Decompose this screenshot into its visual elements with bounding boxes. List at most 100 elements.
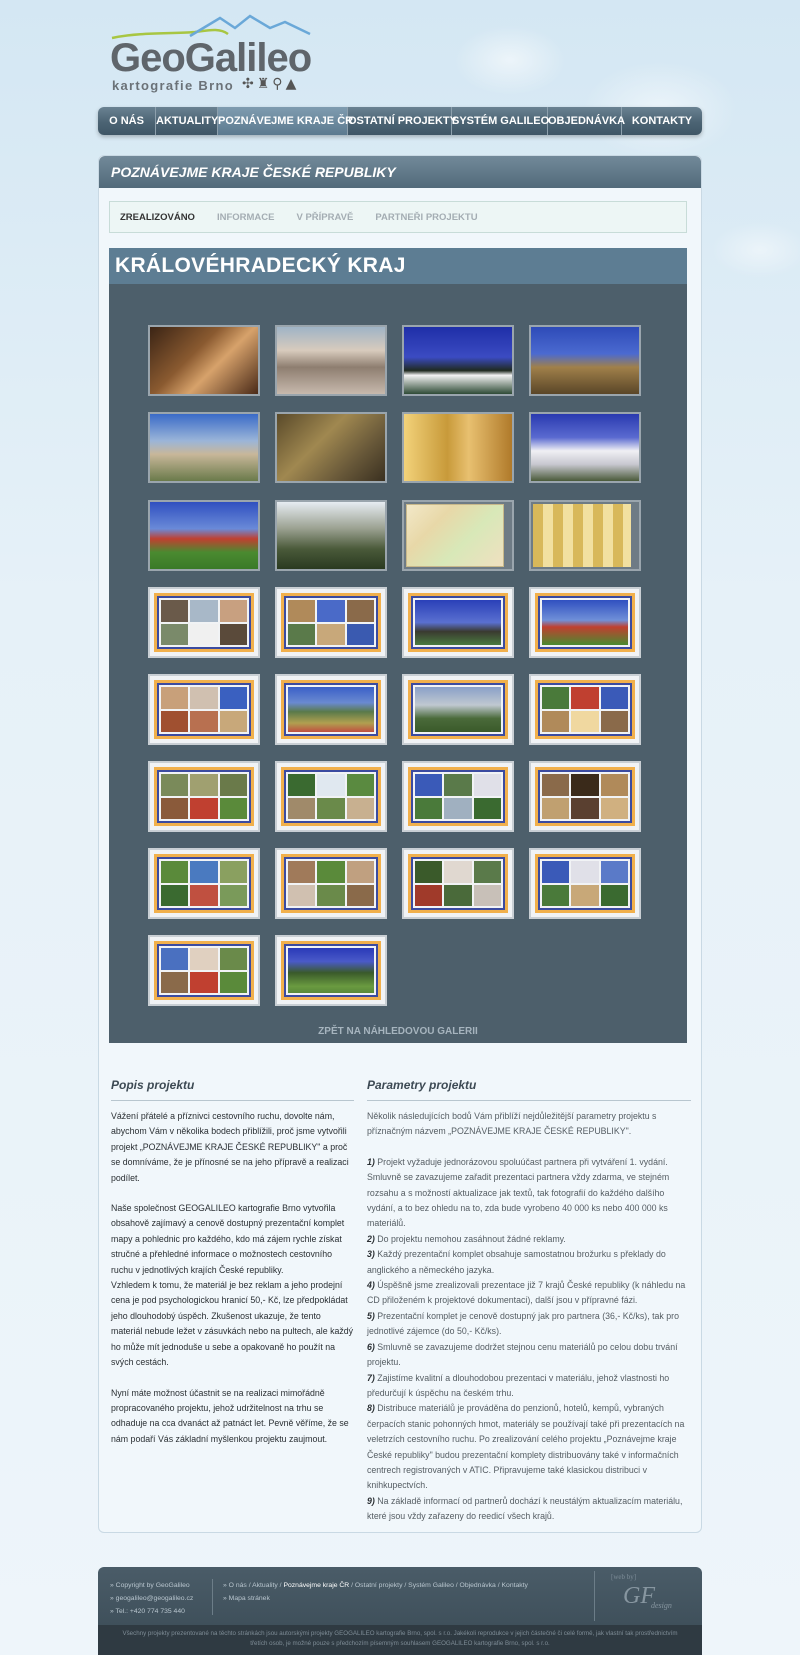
gallery-thumb[interactable]: [275, 500, 387, 571]
gallery-thumb[interactable]: [275, 325, 387, 396]
gallery-thumb[interactable]: [148, 412, 260, 483]
description-paragraph: Nyní máte možnost účastnit se na realiza…: [111, 1387, 349, 1444]
point-number: 3): [367, 1249, 375, 1260]
gallery-thumb-postcard[interactable]: [275, 587, 387, 658]
project-parameters: Parametry projektu Několik následujících…: [367, 1078, 691, 1525]
footer: » Copyright by GeoGalileo » geogalileo@g…: [98, 1567, 702, 1625]
gallery-thumb-postcard[interactable]: [529, 848, 641, 919]
gallery-thumb-postcard[interactable]: [402, 674, 514, 745]
nav-item-kontakty[interactable]: KONTAKTY: [622, 107, 702, 135]
gallery-thumb[interactable]: [148, 325, 260, 396]
gallery-thumb[interactable]: [402, 325, 514, 396]
gallery-thumb-postcard[interactable]: [529, 674, 641, 745]
footer-link[interactable]: Aktuality: [252, 1582, 278, 1589]
parameter-point: 9) Na základě informací od partnerů doch…: [367, 1494, 691, 1525]
gallery-thumb[interactable]: [275, 412, 387, 483]
point-number: 5): [367, 1310, 375, 1321]
nav-item-objednavka[interactable]: OBJEDNÁVKA: [548, 107, 625, 135]
subtab-v-priprave[interactable]: V PŘÍPRAVĚ: [296, 212, 353, 223]
gallery-thumb-postcard[interactable]: [529, 587, 641, 658]
parameter-point: 2) Do projektu nemohou zasáhnout žádné r…: [367, 1232, 691, 1247]
gallery-thumb-postcard[interactable]: [275, 935, 387, 1006]
gallery-thumb-postcard[interactable]: [529, 761, 641, 832]
footer-links: » O nás / Aktuality / Poznávejme kraje Č…: [212, 1579, 528, 1615]
project-description-heading: Popis projektu: [111, 1078, 354, 1101]
gallery-thumb-postcard[interactable]: [275, 674, 387, 745]
photo-gallery: KRÁLOVÉHRADECKÝ KRAJ ZPĚT NA NÁHLEDOVOU …: [109, 248, 687, 1043]
footer-link[interactable]: Ostatní projekty: [355, 1582, 403, 1589]
logo-activity-icons: ✣♜⚲▲: [242, 76, 299, 92]
gallery-thumb-postcard[interactable]: [148, 587, 260, 658]
point-number: 6): [367, 1341, 375, 1352]
nav-item-poznavejme-kraje[interactable]: POZNÁVEJME KRAJE ČR: [218, 107, 353, 135]
nav-item-ostatni-projekty[interactable]: OSTATNÍ PROJEKTY: [348, 107, 457, 135]
footer-email-link[interactable]: » geogalileo@geogalileo.cz: [110, 1592, 193, 1605]
footer-link[interactable]: O nás: [229, 1582, 247, 1589]
point-text: Do projektu nemohou zasáhnout žádné rekl…: [377, 1233, 566, 1244]
nav-item-o-nas[interactable]: O NÁS: [98, 107, 156, 135]
parameter-point: 7) Zajistíme kvalitní a dlouhodobou prez…: [367, 1371, 691, 1402]
parameter-point: 5) Prezentační komplet je cenově dostupn…: [367, 1309, 691, 1340]
point-number: 7): [367, 1372, 375, 1383]
footer-sitemap-link[interactable]: » Mapa stránek: [223, 1592, 528, 1605]
point-text: Prezentační komplet je cenově dostupný j…: [367, 1310, 679, 1337]
footer-link[interactable]: Objednávka: [460, 1582, 496, 1589]
point-text: Na základě informací od partnerů dochází…: [367, 1495, 683, 1522]
bicycle-icon: ⚲: [272, 76, 286, 92]
gallery-thumb-postcard[interactable]: [402, 761, 514, 832]
footer-link[interactable]: Poznávejme kraje ČR: [283, 1582, 349, 1589]
parameter-point: 4) Úspěšně jsme zrealizovali prezentace …: [367, 1278, 691, 1309]
logo[interactable]: GeoGalileo kartografie Brno ✣♜⚲▲: [110, 14, 330, 96]
footprints-icon: ✣: [242, 76, 257, 92]
gallery-thumb-postcard[interactable]: [275, 848, 387, 919]
back-to-gallery-link[interactable]: ZPĚT NA NÁHLEDOVOU GALERII: [109, 1026, 687, 1037]
footer-phone: » Tel.: +420 774 735 440: [110, 1608, 185, 1615]
nav-item-system-galileo[interactable]: SYSTÉM GALILEO: [452, 107, 549, 135]
logo-subtitle: kartografie Brno: [112, 78, 234, 93]
point-text: Distribuce materiálů je prováděna do pen…: [367, 1403, 685, 1491]
gallery-thumb-postcard[interactable]: [402, 848, 514, 919]
nav-item-aktuality[interactable]: AKTUALITY: [156, 107, 218, 135]
footer-link[interactable]: Systém Galileo: [408, 1582, 454, 1589]
gallery-thumb[interactable]: [148, 500, 260, 571]
point-number: 4): [367, 1280, 375, 1291]
footer-contact: » Copyright by GeoGalileo » geogalileo@g…: [110, 1579, 193, 1618]
project-description: Popis projektu Vážení přátelé a příznivc…: [111, 1078, 354, 1447]
designer-logo[interactable]: [web by] GF design: [594, 1571, 702, 1621]
legal-notice: Všechny projekty prezentované na těchto …: [98, 1625, 702, 1655]
gallery-thumb-map[interactable]: [529, 500, 641, 571]
subtab-informace[interactable]: INFORMACE: [217, 212, 275, 223]
gallery-title: KRÁLOVÉHRADECKÝ KRAJ: [109, 248, 687, 284]
description-paragraph: Naše společnost GEOGALILEO kartografie B…: [111, 1203, 345, 1275]
point-number: 2): [367, 1233, 375, 1244]
subtab-zrealizovano[interactable]: ZREALIZOVÁNO: [120, 212, 195, 223]
gallery-thumb-postcard[interactable]: [148, 848, 260, 919]
point-text: Každý prezentační komplet obsahuje samos…: [367, 1249, 666, 1275]
gallery-thumb-postcard[interactable]: [148, 761, 260, 832]
point-text: Zajistíme kvalitní a dlouhodobou prezent…: [367, 1372, 670, 1398]
gallery-thumb-postcard[interactable]: [275, 761, 387, 832]
subtab-partneri-projektu[interactable]: PARTNEŘI PROJEKTU: [375, 212, 477, 223]
point-text: Úspěšně jsme zrealizovali prezentace již…: [367, 1280, 686, 1306]
parameter-point: 3) Každý prezentační komplet obsahuje sa…: [367, 1247, 691, 1278]
description-paragraph: Vzhledem k tomu, že materiál je bez rekl…: [111, 1280, 354, 1368]
main-nav: O NÁS AKTUALITY POZNÁVEJME KRAJE ČR OSTA…: [98, 107, 702, 135]
gallery-thumb[interactable]: [529, 412, 641, 483]
gallery-thumb[interactable]: [529, 325, 641, 396]
gallery-thumb-postcard[interactable]: [148, 674, 260, 745]
gallery-thumb-map[interactable]: [402, 500, 514, 571]
parameters-intro: Několik následujících bodů Vám přiblíží …: [367, 1111, 657, 1137]
point-text: Projekt vyžaduje jednorázovou spoluúčast…: [367, 1156, 670, 1229]
gallery-thumb-postcard[interactable]: [148, 935, 260, 1006]
gallery-thumb-postcard[interactable]: [402, 587, 514, 658]
point-number: 1): [367, 1156, 375, 1167]
point-number: 8): [367, 1403, 375, 1414]
designer-logo-sub: design: [651, 1601, 672, 1610]
gallery-thumb[interactable]: [402, 412, 514, 483]
logo-title: GeoGalileo: [110, 36, 312, 80]
footer-link[interactable]: Kontakty: [502, 1582, 528, 1589]
parameter-point: 8) Distribuce materiálů je prováděna do …: [367, 1401, 691, 1493]
main-panel: POZNÁVEJME KRAJE ČESKÉ REPUBLIKY ZREALIZ…: [98, 155, 702, 1533]
web-by-label: [web by]: [611, 1573, 637, 1581]
point-text: Smluvně se zavazujeme dodržet stejnou ce…: [367, 1341, 678, 1368]
